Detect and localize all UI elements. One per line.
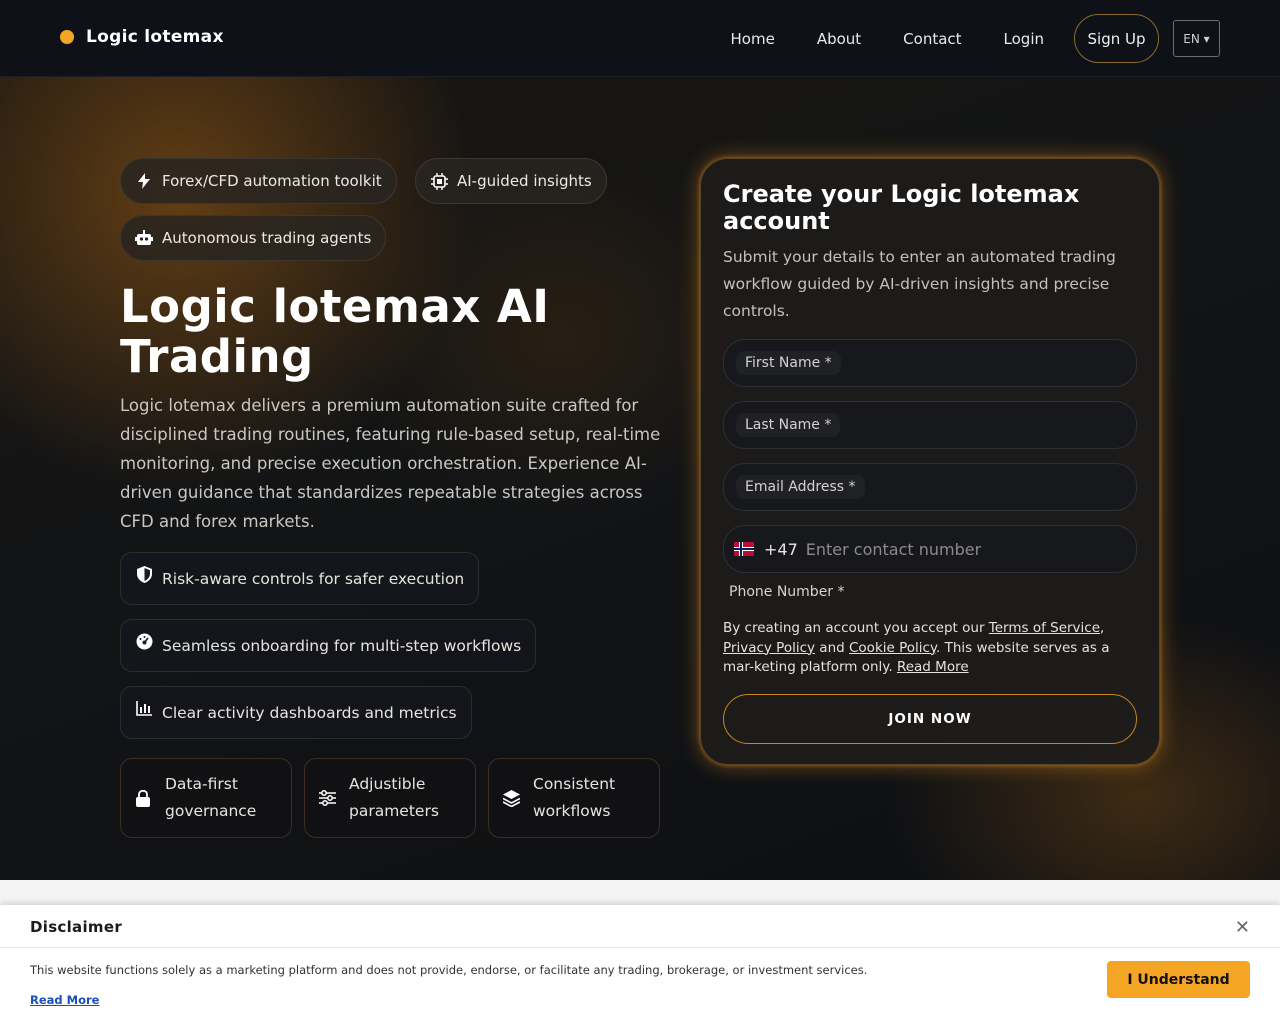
sliders-icon [317, 788, 337, 808]
terms-prefix: By creating an account you accept our [723, 620, 989, 636]
layers-icon [501, 788, 521, 808]
gauge-icon [135, 633, 153, 651]
first-name-field[interactable]: First Name * [723, 339, 1137, 387]
bar-chart-icon [135, 700, 153, 718]
language-select[interactable]: EN ▾ [1173, 20, 1220, 57]
phone-field: +47 [723, 525, 1137, 573]
card-line: workflows [533, 802, 611, 820]
terms-comma: , [1100, 620, 1105, 636]
form-title: Create your Logic lotemax account [723, 180, 1080, 235]
close-icon[interactable]: ✕ [1235, 917, 1250, 938]
disclaimer-text: This website functions solely as a marke… [30, 963, 868, 977]
card-line: Consistent [533, 775, 616, 793]
norway-flag-icon[interactable] [734, 542, 754, 556]
disclaimer-read-more-link[interactable]: Read More [30, 993, 99, 1007]
nav-contact[interactable]: Contact [903, 30, 961, 48]
terms-and: and [815, 639, 849, 656]
lock-icon [133, 788, 153, 808]
last-name-field[interactable]: Last Name * [723, 401, 1137, 449]
nav-login[interactable]: Login [1004, 30, 1044, 48]
chip-label: Forex/CFD automation toolkit [162, 172, 382, 190]
last-name-label: Last Name * [736, 413, 841, 437]
terms-text: By creating an account you accept our Te… [723, 619, 1137, 678]
understand-button[interactable]: I Understand [1107, 961, 1250, 998]
hero-title: Logic lotemax AI Trading [120, 280, 550, 383]
disclaimer-banner: Disclaimer ✕ This website functions sole… [0, 905, 1280, 1024]
chip-label: AI-guided insights [457, 172, 592, 190]
brand-name: Logic lotemax [86, 27, 224, 47]
email-label: Email Address * [736, 475, 865, 499]
phone-input[interactable] [805, 539, 1106, 559]
privacy-link[interactable]: Privacy Policy [723, 640, 815, 656]
site-header: Logic lotemax Home About Contact Login S… [0, 0, 1280, 77]
join-now-button[interactable]: JOIN NOW [723, 694, 1137, 744]
feature-label: Clear activity dashboards and metrics [162, 703, 457, 722]
phone-label: Phone Number * [729, 584, 845, 600]
main-nav: Home About Contact Login Sign Up EN ▾ [731, 14, 1220, 63]
feature-dashboards: Clear activity dashboards and metrics [120, 686, 472, 739]
card-text: Adjustible parameters [349, 771, 439, 825]
nav-about[interactable]: About [817, 30, 861, 48]
chip-ai-insights: AI-guided insights [415, 158, 607, 204]
card-line: Adjustible [349, 775, 426, 793]
card-line: Data-first [165, 775, 238, 793]
card-workflows: Consistent workflows [488, 758, 660, 838]
hero-section: Forex/CFD automation toolkit AI-guided i… [0, 77, 1280, 880]
feature-risk-controls: Risk-aware controls for safer execution [120, 552, 480, 605]
card-line: parameters [349, 802, 439, 820]
disclaimer-header: Disclaimer ✕ [0, 905, 1280, 948]
first-name-label: First Name * [736, 351, 841, 375]
chip-icon [430, 172, 448, 190]
section-divider [0, 880, 1280, 905]
feature-label: Seamless onboarding for multi-step workf… [162, 636, 522, 655]
card-parameters: Adjustible parameters [304, 758, 476, 838]
signup-form: Create your Logic lotemax account Submit… [700, 158, 1160, 765]
email-field[interactable]: Email Address * [723, 463, 1137, 511]
robot-icon [135, 229, 153, 247]
dial-code[interactable]: +47 [764, 540, 798, 559]
cookie-link[interactable]: Cookie Policy [849, 640, 936, 656]
brand-dot-icon [60, 30, 74, 44]
nav-home[interactable]: Home [731, 30, 775, 48]
feature-onboarding: Seamless onboarding for multi-step workf… [120, 619, 537, 672]
terms-link[interactable]: Terms of Service [989, 620, 1100, 636]
feature-label: Risk-aware controls for safer execution [162, 569, 465, 588]
shield-icon [135, 566, 153, 584]
signup-button[interactable]: Sign Up [1074, 14, 1159, 63]
terms-read-more-link[interactable]: Read More [897, 659, 969, 675]
card-line: governance [165, 802, 257, 820]
card-text: Data-first governance [165, 771, 256, 825]
brand-logo[interactable]: Logic lotemax [60, 27, 224, 47]
chip-trading-agents: Autonomous trading agents [120, 215, 387, 261]
card-data-governance: Data-first governance [120, 758, 292, 838]
bolt-icon [135, 172, 153, 190]
form-subtitle: Submit your details to enter an automate… [723, 248, 1116, 320]
chip-label: Autonomous trading agents [162, 229, 372, 247]
chip-forex-toolkit: Forex/CFD automation toolkit [120, 158, 397, 204]
disclaimer-title: Disclaimer [30, 918, 123, 936]
hero-description: Logic lotemax delivers a premium automat… [120, 396, 661, 531]
card-text: Consistent workflows [533, 771, 615, 825]
